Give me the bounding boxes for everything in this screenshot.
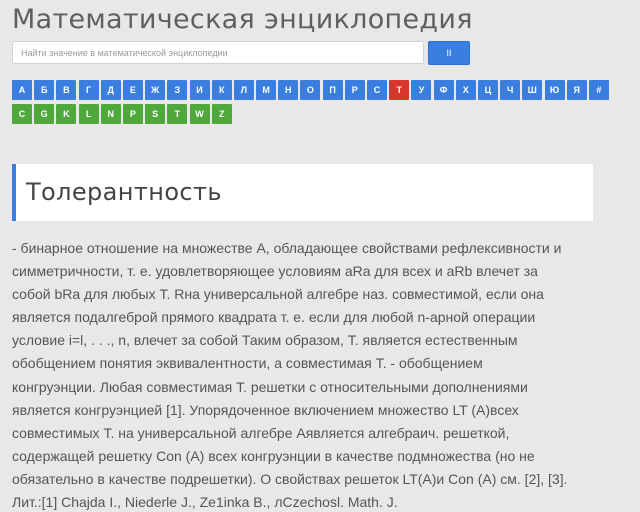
letter-link[interactable]: К	[211, 80, 232, 100]
letter-link[interactable]: C	[12, 104, 32, 124]
letter-link[interactable]: Я	[566, 80, 587, 100]
latin-letters-row: CGKLNPSTWZ	[12, 104, 632, 124]
article-text-line: является подалгеброй прямого квадрата т.…	[12, 309, 536, 326]
site-title: Математическая энциклопедия	[12, 4, 473, 35]
letter-link[interactable]: О	[300, 80, 321, 100]
article-text-line: обобщением понятия эквивалентности, а со…	[12, 355, 483, 372]
alphabet-index: А Б В Г Д Е Ж З И К Л М Н О П Р С Т У Ф Х Ц Ч Ш Ю Я # CGKLNPSTWZ	[12, 80, 632, 128]
letter-link[interactable]: K	[56, 104, 77, 124]
letter-link[interactable]: Г	[78, 80, 99, 100]
article-text-line: конгруэнции. Любая совместимая Т. решетк…	[12, 378, 528, 395]
article-text-line: совместимых Т. на универсальной алгебре …	[12, 424, 510, 441]
article-text-line: условие i=l, . . ., n, влечет за собой Т…	[12, 332, 518, 349]
letter-link[interactable]: Х	[455, 80, 476, 100]
letter-link[interactable]: Ш	[522, 80, 543, 100]
letter-link[interactable]: М	[256, 80, 277, 100]
letter-link[interactable]: G	[34, 104, 55, 124]
article-text-line: собой bRа для любых Т. Rна универсальной…	[12, 286, 544, 303]
letter-link[interactable]: В	[56, 80, 77, 100]
letter-link[interactable]: Н	[278, 80, 299, 100]
search-input[interactable]	[12, 41, 424, 64]
article-body: - бинарное отношение на множестве А, обл…	[12, 237, 612, 512]
article-header: Толерантность	[12, 164, 593, 221]
letter-link[interactable]: P	[122, 104, 143, 124]
letter-link[interactable]: N	[100, 104, 121, 124]
letter-link[interactable]: Д	[100, 80, 121, 100]
letter-link[interactable]: Ц	[477, 80, 498, 100]
search-button[interactable]: II	[428, 41, 470, 65]
letter-link[interactable]: Z	[211, 104, 232, 124]
letter-link[interactable]: Ю	[544, 80, 565, 100]
letter-link[interactable]: Ч	[500, 80, 521, 100]
letter-link[interactable]: П	[322, 80, 343, 100]
cyrillic-letters-row: А Б В Г Д Е Ж З И К Л М Н О П Р С Т У Ф Х Ц Ч Ш Ю Я #	[12, 80, 632, 100]
letter-link[interactable]: Л	[233, 80, 254, 100]
article-text-line: является конгруэнцией [1]. Упорядоченное…	[12, 401, 519, 418]
letter-link[interactable]: Р	[344, 80, 365, 100]
letter-link[interactable]: А	[12, 80, 32, 100]
letter-link[interactable]: С	[367, 80, 387, 100]
article-text-line: симметричности, т. е. удовлетворяющее ус…	[12, 263, 538, 280]
letter-link[interactable]: L	[78, 104, 99, 124]
article-text-line: содержащей решетку Con (А) всех конгруэн…	[12, 447, 535, 464]
article-text-line: - бинарное отношение на множестве А, обл…	[12, 240, 562, 256]
letter-link[interactable]: W	[189, 104, 210, 124]
letter-link[interactable]: #	[588, 80, 609, 100]
letter-link[interactable]: Ж	[145, 80, 166, 100]
letter-link[interactable]: Ф	[433, 80, 454, 100]
letter-link[interactable]: Е	[122, 80, 143, 100]
letter-link[interactable]: З	[167, 80, 188, 100]
article-text-line: обязательно в качестве подрешетки). О св…	[12, 470, 568, 487]
letter-link[interactable]: Т	[389, 80, 410, 100]
letter-link[interactable]: И	[189, 80, 210, 100]
search-bar: II	[12, 41, 472, 65]
letter-link[interactable]: У	[411, 80, 432, 100]
letter-link[interactable]: T	[167, 104, 188, 124]
letter-link[interactable]: Б	[34, 80, 55, 100]
article-title: Толерантность	[26, 178, 222, 206]
letter-link[interactable]: S	[145, 104, 166, 124]
article-text-line: Лит.:[1] Chajda I., Niederle J., Ze1inka…	[12, 494, 398, 511]
